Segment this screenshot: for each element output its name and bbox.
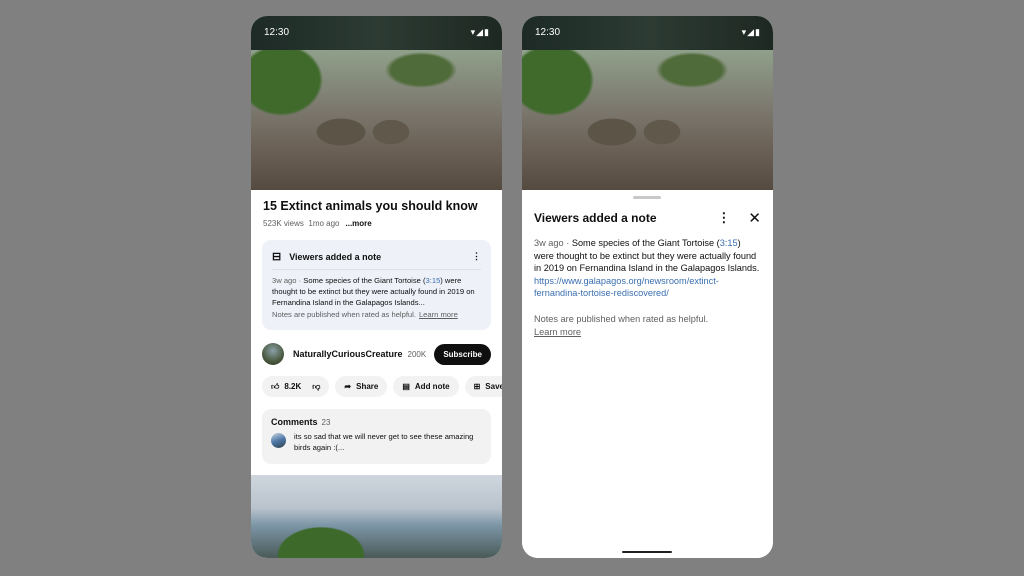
subscribe-button[interactable]: Subscribe	[434, 343, 491, 365]
thumbs-down-icon[interactable]: 👎︎	[312, 382, 320, 392]
commenter-avatar	[271, 433, 286, 448]
timestamp-link[interactable]: 3:15	[720, 238, 738, 248]
like-dislike-button[interactable]: 👍︎ 8.2K 👎︎	[262, 376, 330, 397]
video-player[interactable]	[522, 50, 773, 190]
status-bar: 12:30 ▾◢▮	[522, 16, 773, 50]
source-link[interactable]: https://www.galapagos.org/newsroom/extin…	[534, 276, 719, 299]
next-video-thumbnail[interactable]	[251, 475, 502, 558]
clock: 12:30	[264, 27, 290, 38]
status-icons: ▾◢▮	[741, 27, 761, 37]
add-note-icon: ▤	[402, 382, 410, 391]
view-count: 523K views	[263, 219, 304, 228]
note-heading: Viewers added a note	[289, 251, 382, 262]
viewer-note-card[interactable]: ⊟ Viewers added a note ⋮ 3w ago · Some spe…	[262, 240, 491, 330]
phone-note-sheet: 12:30 ▾◢▮ Viewers added a note ⋮ ✕ 3w ago ·…	[522, 16, 773, 558]
sheet-title: Viewers added a note	[534, 211, 657, 225]
phone-video-page: 12:30 ▾◢▮ 15 Extinct animals you should k…	[251, 16, 502, 558]
learn-more-link[interactable]: Learn more	[534, 327, 581, 337]
status-icons: ▾◢▮	[470, 27, 490, 37]
action-bar: 👍︎ 8.2K 👎︎ ➦ Share ▤ Add note ⊞ Save	[262, 376, 502, 397]
close-icon[interactable]: ✕	[748, 209, 761, 227]
comment-count: 23	[321, 418, 331, 427]
add-note-button[interactable]: ▤ Add note	[393, 376, 459, 397]
learn-more-link[interactable]: Learn more	[419, 310, 458, 319]
more-link[interactable]: ...more	[346, 219, 372, 228]
thumbs-up-icon: 👍︎	[271, 381, 280, 391]
clock: 12:30	[535, 27, 561, 38]
note-footer: Notes are published when rated as helpfu…	[272, 310, 416, 319]
share-button[interactable]: ➦ Share	[335, 376, 388, 397]
more-options-icon[interactable]: ⋮	[472, 251, 481, 262]
channel-name[interactable]: NaturallyCuriousCreature	[293, 349, 403, 359]
comments-section[interactable]: Comments 23 its so sad that we will never…	[262, 409, 491, 464]
video-title: 15 Extinct animals you should know	[263, 199, 478, 213]
note-bottom-sheet: Viewers added a note ⋮ ✕ 3w ago · Some spe…	[522, 190, 773, 558]
save-icon: ⊞	[473, 382, 481, 391]
drag-handle[interactable]	[633, 196, 661, 199]
subscriber-count: 200K	[407, 349, 427, 359]
gesture-nav-bar[interactable]	[622, 551, 672, 553]
channel-row: NaturallyCuriousCreature 200K Subscribe	[262, 342, 491, 366]
more-options-icon[interactable]: ⋮	[717, 210, 730, 226]
note-footer: Notes are published when rated as helpfu…	[534, 314, 709, 324]
video-player[interactable]	[251, 50, 502, 190]
video-age: 1mo ago	[308, 219, 340, 228]
comments-label: Comments	[271, 417, 318, 427]
channel-avatar[interactable]	[262, 343, 284, 365]
save-button[interactable]: ⊞ Save	[464, 376, 502, 397]
note-text: 3w ago · Some species of the Giant Torto…	[272, 276, 475, 307]
top-comment: its so sad that we will never get to see…	[294, 432, 474, 452]
timestamp-link[interactable]: 3:15	[426, 276, 441, 285]
share-icon: ➦	[344, 382, 352, 391]
viewers-note-icon: ⊟	[272, 251, 282, 263]
status-bar: 12:30 ▾◢▮	[251, 16, 502, 50]
note-text: 3w ago · Some species of the Giant Torto…	[534, 238, 760, 299]
video-meta: 523K views 1mo ago ...more	[263, 219, 372, 228]
